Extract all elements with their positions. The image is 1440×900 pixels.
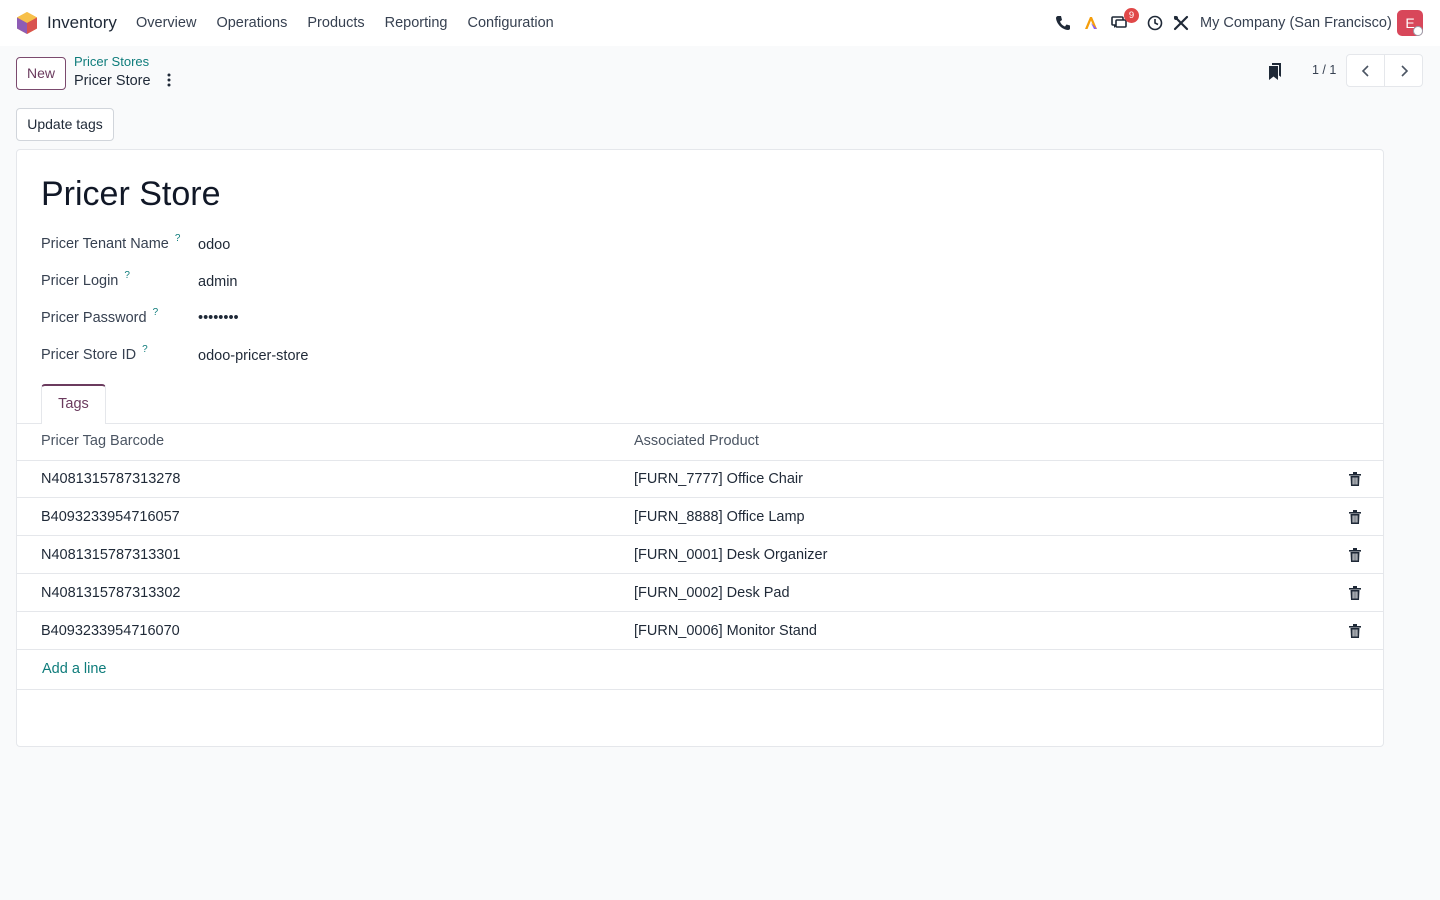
messages-badge: 9	[1124, 8, 1139, 23]
barcode-cell[interactable]: B4093233954716057	[41, 509, 180, 525]
password-help-icon[interactable]: ?	[153, 307, 159, 318]
company-switcher[interactable]: My Company (San Francisco)	[1200, 15, 1392, 31]
menu-reporting[interactable]: Reporting	[385, 15, 448, 31]
password-field[interactable]: ••••••••	[198, 310, 239, 326]
barcode-cell[interactable]: N4081315787313278	[41, 471, 181, 487]
password-label-text: Pricer Password	[41, 310, 147, 326]
column-header-barcode[interactable]: Pricer Tag Barcode	[41, 433, 164, 449]
trash-icon[interactable]	[1349, 624, 1361, 638]
menu-products[interactable]: Products	[307, 15, 364, 31]
actions-menu-icon[interactable]	[164, 72, 174, 88]
add-line-link[interactable]: Add a line	[42, 661, 107, 677]
clock-icon[interactable]	[1146, 14, 1164, 32]
login-help-icon[interactable]: ?	[124, 270, 130, 281]
phone-icon[interactable]	[1054, 14, 1072, 32]
table-row[interactable]: N4081315787313278 [FURN_7777] Office Cha…	[17, 460, 1383, 498]
login-field[interactable]: admin	[198, 274, 238, 290]
table-row[interactable]: N4081315787313301 [FURN_0001] Desk Organ…	[17, 536, 1383, 574]
trash-icon[interactable]	[1349, 586, 1361, 600]
new-button[interactable]: New	[16, 57, 66, 90]
pager-next-button[interactable]	[1384, 54, 1423, 87]
trash-icon[interactable]	[1349, 548, 1361, 562]
chevron-right-icon	[1400, 64, 1408, 77]
store-id-field[interactable]: odoo-pricer-store	[198, 348, 308, 364]
update-tags-button[interactable]: Update tags	[16, 108, 114, 141]
menu-configuration[interactable]: Configuration	[467, 15, 553, 31]
table-row[interactable]: B4093233954716057 [FURN_8888] Office Lam…	[17, 498, 1383, 536]
tenant-name-label-text: Pricer Tenant Name	[41, 236, 169, 252]
tenant-name-field[interactable]: odoo	[198, 237, 230, 253]
pager-previous-button[interactable]	[1346, 54, 1385, 87]
store-id-label: Pricer Store ID?	[41, 344, 148, 363]
column-header-product[interactable]: Associated Product	[634, 433, 759, 449]
inventory-app-icon[interactable]	[16, 11, 38, 35]
tools-icon[interactable]	[1172, 14, 1190, 32]
chevron-left-icon	[1361, 64, 1369, 77]
bookmark-icon[interactable]	[1266, 61, 1284, 81]
password-label: Pricer Password?	[41, 307, 159, 326]
table-row[interactable]: N4081315787313302 [FURN_0002] Desk Pad	[17, 574, 1383, 612]
pager-value[interactable]: 1 / 1	[1312, 63, 1336, 77]
table-bottom-divider	[17, 689, 1383, 690]
store-id-help-icon[interactable]: ?	[142, 344, 148, 355]
login-label: Pricer Login?	[41, 270, 130, 289]
barcode-cell[interactable]: N4081315787313302	[41, 585, 181, 601]
breadcrumb-parent[interactable]: Pricer Stores	[74, 54, 149, 69]
product-cell[interactable]: [FURN_8888] Office Lamp	[634, 509, 805, 525]
breadcrumb-current: Pricer Store	[74, 73, 151, 89]
main-menu: Overview Operations Products Reporting C…	[136, 0, 574, 46]
table-row[interactable]: B4093233954716070 [FURN_0006] Monitor St…	[17, 612, 1383, 650]
tab-divider	[17, 423, 1383, 424]
product-cell[interactable]: [FURN_7777] Office Chair	[634, 471, 803, 487]
menu-overview[interactable]: Overview	[136, 15, 196, 31]
tab-tags[interactable]: Tags	[41, 384, 106, 424]
menu-operations[interactable]: Operations	[216, 15, 287, 31]
trash-icon[interactable]	[1349, 472, 1361, 486]
user-status-dot	[1413, 26, 1423, 36]
top-navbar: Inventory Overview Operations Products R…	[0, 0, 1440, 46]
product-cell[interactable]: [FURN_0006] Monitor Stand	[634, 623, 817, 639]
ai-icon[interactable]	[1082, 14, 1100, 32]
login-label-text: Pricer Login	[41, 273, 119, 289]
barcode-cell[interactable]: B4093233954716070	[41, 623, 180, 639]
product-cell[interactable]: [FURN_0001] Desk Organizer	[634, 547, 827, 563]
record-title[interactable]: Pricer Store	[41, 175, 221, 214]
app-name[interactable]: Inventory	[47, 13, 117, 33]
trash-icon[interactable]	[1349, 510, 1361, 524]
tenant-name-help-icon[interactable]: ?	[175, 233, 181, 244]
tenant-name-label: Pricer Tenant Name?	[41, 233, 181, 252]
form-sheet: Pricer Store Pricer Tenant Name? odoo Pr…	[16, 149, 1384, 747]
product-cell[interactable]: [FURN_0002] Desk Pad	[634, 585, 790, 601]
barcode-cell[interactable]: N4081315787313301	[41, 547, 181, 563]
store-id-label-text: Pricer Store ID	[41, 347, 137, 363]
